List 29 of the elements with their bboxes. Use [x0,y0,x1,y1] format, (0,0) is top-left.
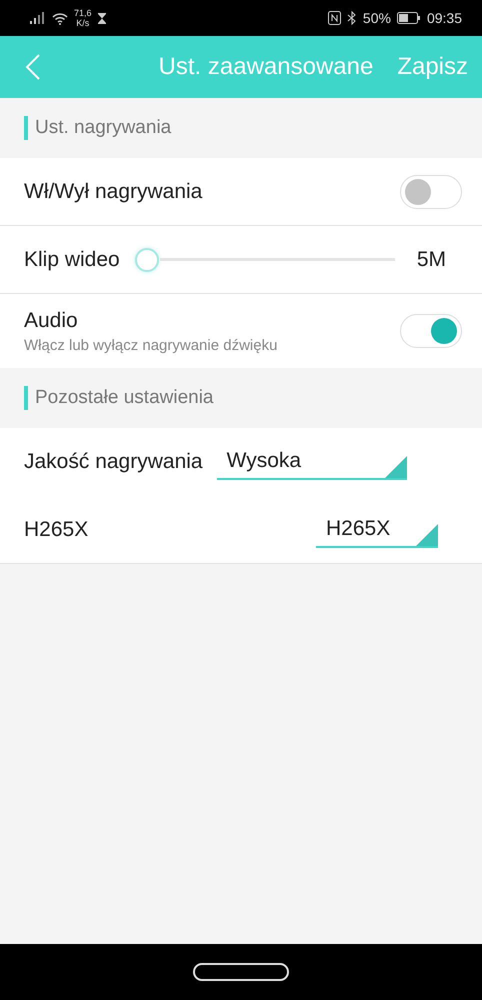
dropdown-triangle-icon [416,524,438,546]
network-speed: 71,6 [74,8,92,18]
signal-icon [30,12,46,24]
speed-unit: K/s [76,18,90,28]
nfc-icon [328,11,341,25]
section-title: Pozostałe ustawienia [24,386,214,410]
battery-percent: 50% [362,10,391,26]
setting-label: Wł/Wył nagrywania [24,180,202,204]
setting-description: Włącz lub wyłącz nagrywanie dźwięku [24,336,278,354]
back-icon[interactable] [24,53,42,81]
clock: 09:35 [426,10,462,26]
setting-label: H265X [24,518,88,542]
hourglass-icon [98,12,106,24]
wifi-icon [52,12,68,24]
setting-label: Jakość nagrywania [24,450,203,474]
slider-value: 5M [416,248,446,272]
toggle-switch[interactable] [400,314,462,348]
slider-thumb[interactable] [134,248,159,272]
dropdown-select[interactable]: H265X [316,512,438,548]
setting-label: Audio [24,308,79,332]
section-title: Ust. nagrywania [24,116,172,140]
home-bar[interactable] [193,963,289,981]
bluetooth-icon [346,11,357,25]
setting-label: Klip wideo [24,248,120,272]
battery-icon [396,12,421,24]
dropdown-select[interactable]: Wysoka [216,444,407,480]
page-title: Ust. zaawansowane [158,53,374,81]
toggle-switch[interactable] [400,174,462,208]
dropdown-triangle-icon [384,456,407,478]
